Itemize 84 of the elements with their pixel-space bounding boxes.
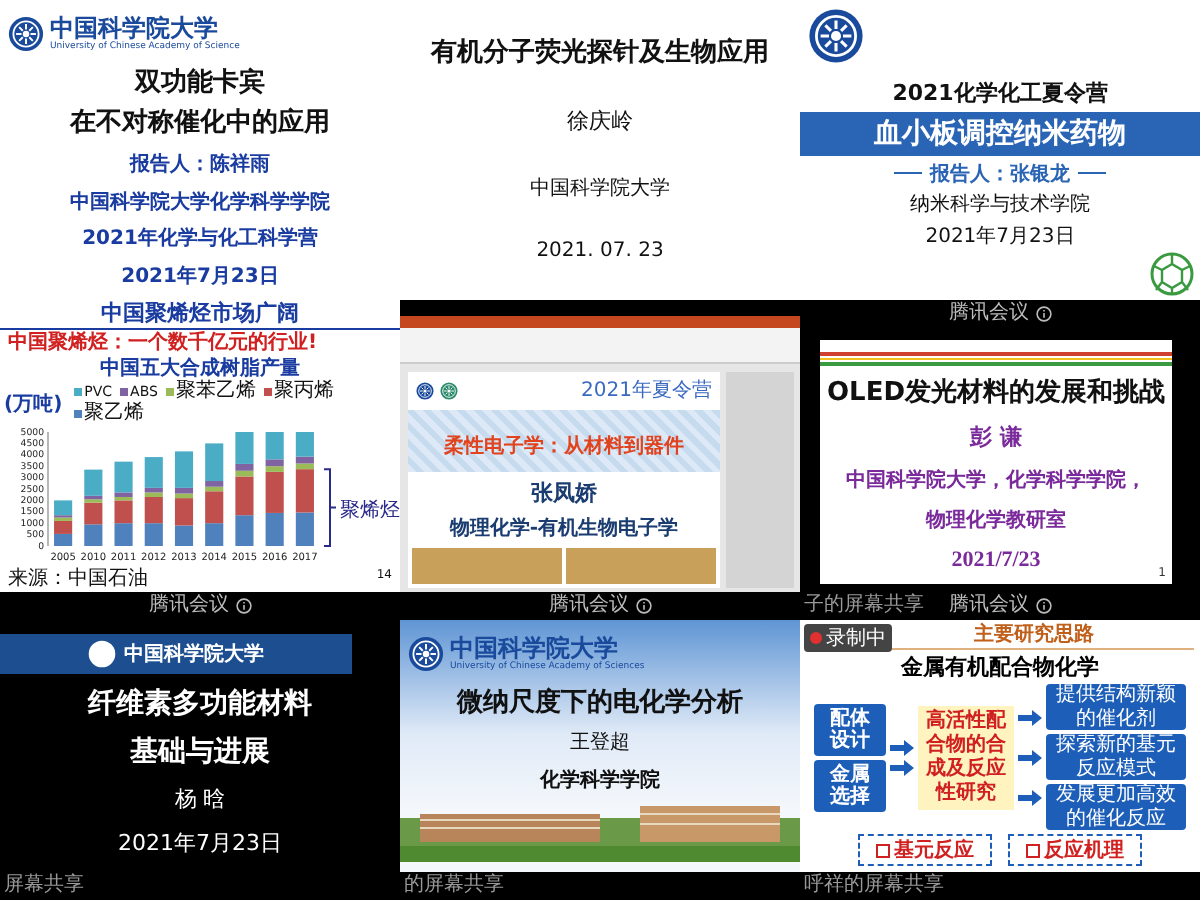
slide-date: 2021/7/23	[951, 547, 1041, 572]
topic-label: 基元反应	[894, 836, 974, 865]
info-icon[interactable]	[235, 598, 251, 614]
meeting-caption: 腾讯会议	[949, 304, 1029, 324]
meeting-caption: 腾讯会议	[549, 596, 629, 616]
source-note: 来源：中国石油	[8, 568, 148, 592]
info-icon[interactable]	[1035, 598, 1051, 614]
arrow-icon	[1018, 749, 1042, 766]
arrow-icon	[1018, 789, 1042, 806]
speaker-name: 报告人：张银龙	[930, 161, 1070, 187]
speaker-name: 彭 谦	[970, 422, 1022, 453]
slide-text: 纳米科学与技术学院	[910, 191, 1090, 219]
slide-text: 物理化学-有机生物电子学	[449, 515, 679, 542]
arrow-icon	[890, 759, 914, 776]
y-axis	[47, 432, 49, 548]
slide-title: 微纳尺度下的电化学分析	[457, 687, 743, 719]
slide-text: 报告人：陈祥雨	[130, 151, 270, 178]
bar-segment	[84, 525, 103, 547]
checkbox-icon	[1026, 843, 1040, 858]
slide-heading: 2021化学化工夏令营	[892, 78, 1108, 109]
legend-label: 聚苯乙烯	[175, 382, 256, 403]
speaker-name: 王登超	[570, 729, 630, 756]
slide-title: 在不对称催化中的应用	[70, 108, 330, 140]
bar-segment	[174, 526, 194, 547]
axis-title: (万吨)	[4, 391, 63, 418]
share-label: 子的屏幕共享	[804, 596, 924, 616]
bracket-line	[323, 469, 337, 548]
slide-title: 纤维素多功能材料	[88, 688, 312, 722]
diagram-node: 探索新的基元反应模式	[1046, 734, 1186, 781]
bar-segment	[144, 524, 163, 547]
speaker-name: 张凤娇	[531, 478, 597, 508]
share-label: 屏幕共享	[4, 876, 84, 896]
arrow-icon	[1018, 709, 1042, 726]
slide-title: 基础与进展	[130, 735, 270, 770]
slide-text: 中国科学院大学化学科学学院	[70, 189, 330, 216]
title-banner: 血小板调控纳米药物	[800, 111, 1200, 156]
slide-text: 2021年化学与化工科学营	[82, 225, 318, 253]
logo-name: 中国科学院大学	[50, 15, 218, 42]
logo-name: 中国科学院大学	[450, 635, 618, 662]
slide-title: OLED发光材料的发展和挑战	[826, 378, 1165, 410]
highlight-text: 中国聚烯烃：一个数千亿元的行业!	[6, 332, 318, 356]
fullerene-icon	[1150, 252, 1194, 297]
legend-label: 聚丙烯	[273, 382, 334, 403]
logo-name: 中国科学院大学	[124, 643, 264, 666]
slide-text: 2021年夏令营	[581, 377, 712, 404]
speaker-name: 杨 晗	[174, 783, 226, 814]
diagram-node: 金属选择	[814, 759, 886, 812]
slide-text: 中国科学院大学	[530, 175, 670, 203]
bar-segment	[265, 513, 284, 547]
diagram-node: 配体设计	[814, 703, 886, 756]
slide-title: 有机分子荧光探针及生物应用	[431, 37, 769, 69]
diagram-title: 金属有机配合物化学	[901, 654, 1099, 681]
slide-date: 2021年7月23日	[118, 827, 282, 858]
info-icon[interactable]	[635, 598, 651, 614]
topic-label: 反应机理	[1044, 836, 1124, 865]
annotation-label: 聚烯烃	[340, 500, 400, 523]
bar-segment	[235, 516, 254, 547]
checkbox-icon	[876, 843, 890, 858]
slide-title: 双功能卡宾	[135, 67, 265, 99]
share-label: 呼祥的屏幕共享	[804, 876, 944, 896]
chart-title: 中国五大合成树脂产量	[100, 357, 300, 380]
slide-text: 2021年7月23日	[121, 263, 279, 291]
arrow-icon	[890, 739, 914, 756]
meeting-caption: 腾讯会议	[949, 596, 1029, 616]
record-icon	[810, 632, 822, 644]
diagram-node: 发展更加高效的催化反应	[1046, 784, 1186, 831]
slide-text: 2021年7月23日	[925, 223, 1075, 250]
meeting-caption: 腾讯会议	[149, 596, 229, 616]
slide-text: 2021. 07. 23	[536, 240, 664, 263]
slide-title: 中国聚烯烃市场广阔	[0, 300, 400, 331]
slide-text: 化学科学学院	[540, 767, 660, 794]
slide-text: 物理化学教研室	[926, 506, 1066, 535]
bar-segment	[205, 524, 224, 547]
slide-title: 柔性电子学：从材料到器件	[444, 436, 684, 458]
slide-text: 中国科学院大学，化学科学学院，	[846, 467, 1146, 494]
diagram-node: 提供结构新颖的催化剂	[1046, 684, 1186, 731]
bar-segment	[114, 524, 133, 547]
legend-label: 聚乙烯	[84, 404, 145, 425]
bar-segment	[295, 513, 314, 547]
share-label: 的屏幕共享	[404, 876, 504, 896]
speaker-name: 徐庆岭	[567, 106, 633, 137]
badge-label: 录制中	[826, 625, 886, 652]
diagram-node: 高活性配合物的合成及反应性研究	[918, 705, 1014, 810]
info-icon[interactable]	[1035, 306, 1051, 322]
